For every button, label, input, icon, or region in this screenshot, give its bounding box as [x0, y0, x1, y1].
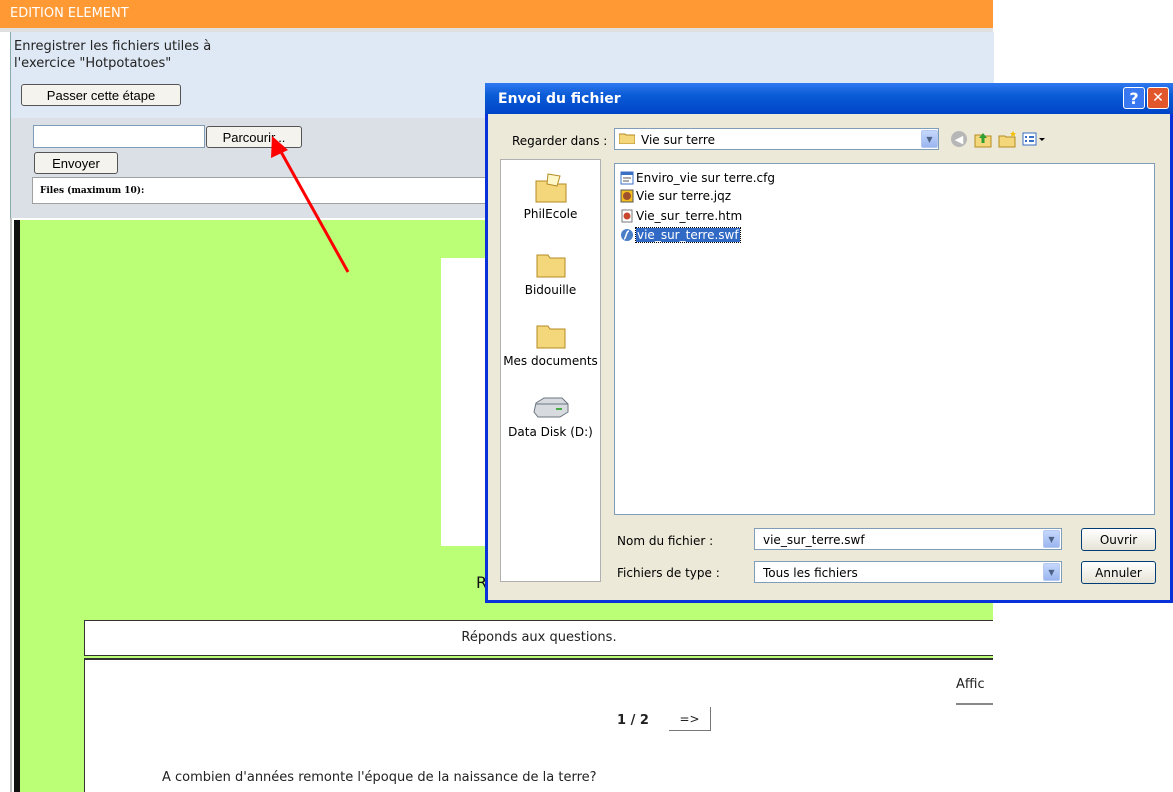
next-question-button[interactable]: =>	[669, 707, 711, 731]
instruction-bar: Réponds aux questions.	[84, 620, 993, 656]
place-label: Data Disk (D:)	[508, 425, 593, 439]
place-bidouille[interactable]: Bidouille	[500, 248, 601, 297]
open-button[interactable]: Ouvrir	[1081, 528, 1156, 551]
question-text: A combien d'années remonte l'époque de l…	[162, 770, 597, 785]
file-item[interactable]: Enviro_vie sur terre.cfg	[620, 170, 775, 186]
place-data-disk[interactable]: Data Disk (D:)	[500, 394, 601, 439]
place-mes-documents[interactable]: Mes documents	[500, 319, 601, 368]
browse-button[interactable]: Parcourir...	[206, 126, 302, 148]
file-name: vie_sur_terre.swf	[635, 227, 741, 243]
question-counter: 1 / 2	[617, 713, 649, 728]
folder-up-icon[interactable]	[974, 130, 992, 148]
instruction-bar-text: Réponds aux questions.	[461, 630, 617, 645]
file-name: Vie_sur_terre.htm	[636, 209, 743, 223]
help-button[interactable]: ?	[1123, 87, 1145, 109]
close-button[interactable]: ✕	[1147, 87, 1169, 109]
instruction-line: l'exercice "Hotpotatoes"	[14, 56, 172, 71]
flash-file-icon	[621, 229, 633, 241]
view-menu-icon[interactable]	[1022, 131, 1046, 147]
show-all-button[interactable]: Affic	[956, 677, 993, 705]
new-folder-icon[interactable]	[998, 130, 1018, 148]
file-name: Vie sur terre.jqz	[636, 189, 732, 203]
disk-drive-icon	[532, 397, 568, 418]
place-label: Bidouille	[524, 283, 577, 297]
filetype-label: Fichiers de type :	[617, 566, 720, 580]
filename-label: Nom du fichier :	[617, 534, 714, 548]
look-in-label: Regarder dans :	[512, 134, 608, 148]
folder-icon	[536, 254, 565, 278]
filename-input[interactable]: vie_sur_terre.swf	[754, 528, 1062, 550]
look-in-value: Vie sur terre	[641, 133, 715, 147]
chevron-down-icon[interactable]: ▼	[1043, 530, 1060, 548]
left-divider	[10, 218, 12, 792]
back-icon[interactable]: ◀	[951, 131, 967, 147]
file-item[interactable]: Vie_sur_terre.htm	[620, 208, 742, 224]
file-item[interactable]: Vie sur terre.jqz	[620, 188, 731, 204]
page-header: EDITION ELEMENT	[0, 0, 993, 28]
folder-special-icon	[535, 173, 566, 203]
html-file-icon	[621, 209, 633, 223]
folder-icon	[536, 325, 565, 349]
folder-icon	[619, 133, 635, 144]
places-bar	[500, 159, 601, 582]
file-path-input[interactable]	[33, 125, 205, 148]
file-name: Enviro_vie sur terre.cfg	[636, 171, 775, 185]
cfg-file-icon	[620, 171, 634, 185]
chevron-down-icon[interactable]: ▼	[921, 130, 938, 148]
instruction-line: Enregistrer les fichiers utiles à	[14, 39, 212, 54]
send-button[interactable]: Envoyer	[34, 152, 118, 174]
dialog-title: Envoi du fichier	[498, 91, 621, 107]
hotpotatoes-file-icon	[620, 189, 634, 203]
upload-instructions: Enregistrer les fichiers utiles à l'exer…	[14, 38, 211, 72]
files-label: Files (maximum 10):	[40, 186, 145, 196]
place-philecole[interactable]: PhilEcole	[500, 172, 601, 221]
skip-step-button[interactable]: Passer cette étape	[21, 84, 181, 106]
place-label: PhilEcole	[523, 207, 578, 221]
filetype-select[interactable]: Tous les fichiers	[754, 561, 1062, 583]
file-item-selected[interactable]: vie_sur_terre.swf	[620, 227, 741, 243]
place-label: Mes documents	[503, 354, 598, 368]
chevron-down-icon[interactable]: ▼	[1043, 563, 1060, 581]
cancel-button[interactable]: Annuler	[1081, 561, 1156, 584]
page-title: EDITION ELEMENT	[10, 6, 129, 21]
